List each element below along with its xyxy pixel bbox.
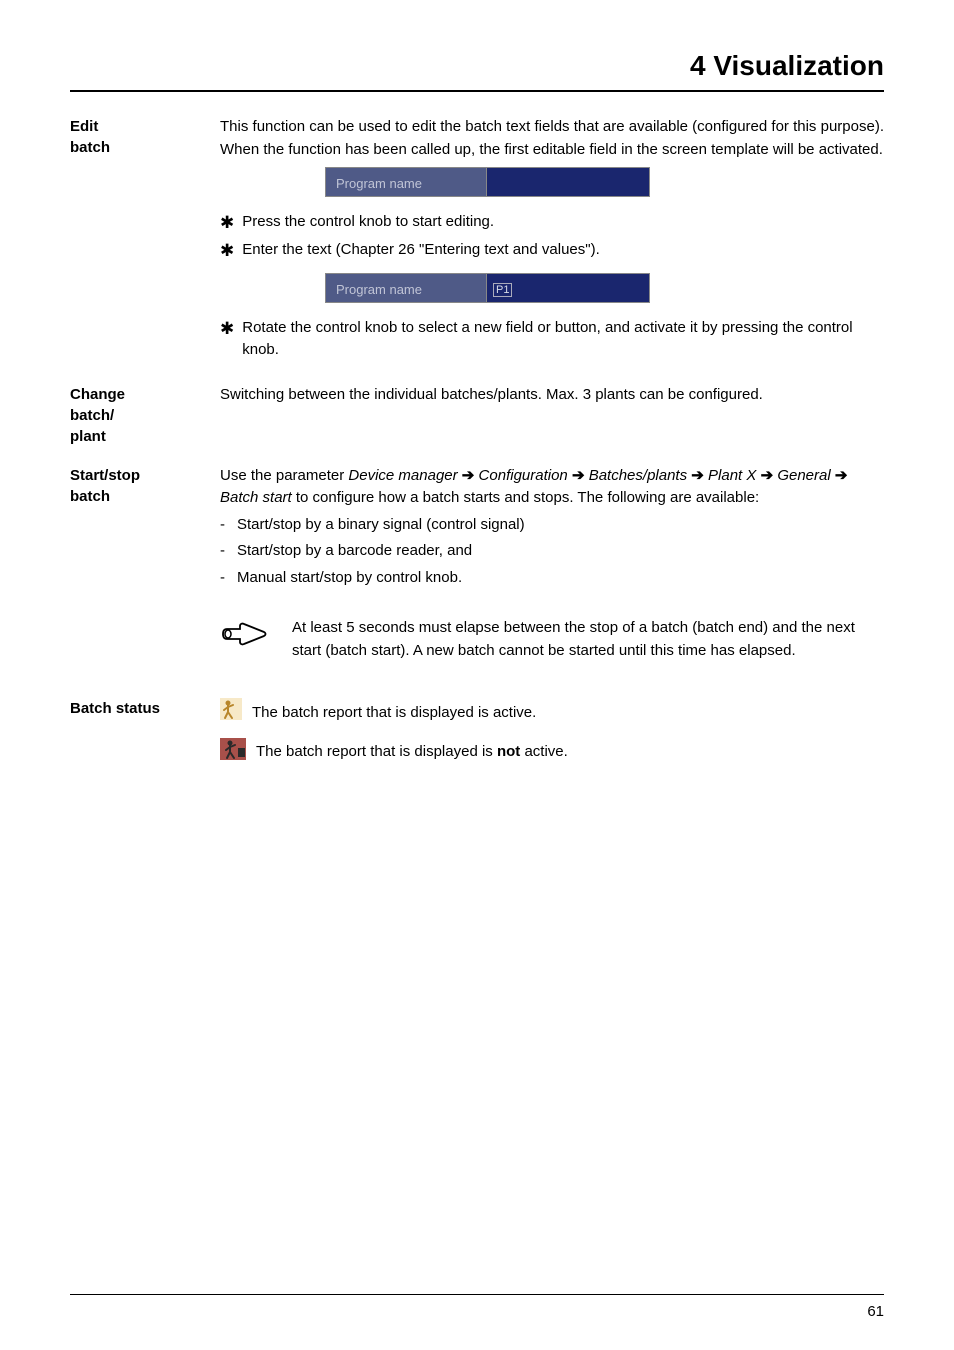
dash-icon: -: [220, 514, 225, 537]
list-item-barcode-text: Start/stop by a barcode reader, and: [237, 540, 472, 563]
param-plant-x: Plant X: [708, 467, 756, 484]
section-start-stop: Start/stop batch Use the parameter Devic…: [70, 465, 884, 681]
edit-batch-intro: This function can be used to edit the ba…: [220, 116, 884, 161]
action-enter-text: ✱ Enter the text (Chapter 26 "Entering t…: [220, 239, 884, 263]
action-enter-text-text: Enter the text (Chapter 26 "Entering tex…: [242, 239, 600, 262]
asterisk-icon: ✱: [220, 239, 234, 263]
program-name-label-1: Program name: [326, 168, 486, 196]
running-not-active-icon: [220, 738, 246, 768]
list-item-barcode: - Start/stop by a barcode reader, and: [220, 540, 884, 563]
program-name-label-2: Program name: [326, 274, 486, 302]
status-not-active-bold: not: [497, 743, 520, 760]
arrow-icon: ➔: [761, 467, 774, 484]
section-content-start-stop: Use the parameter Device manager ➔ Confi…: [220, 465, 884, 681]
note-text: At least 5 seconds must elapse between t…: [292, 617, 884, 662]
page-title: 4 Visualization: [70, 50, 884, 82]
section-label-start-stop: Start/stop batch: [70, 465, 220, 681]
section-edit-batch: Edit batch This function can be used to …: [70, 116, 884, 366]
section-label-batch-status: Batch status: [70, 698, 220, 777]
program-name-preview-1: Program name: [325, 167, 650, 197]
asterisk-icon: ✱: [220, 211, 234, 235]
program-name-preview-2: Program name P1: [325, 273, 650, 303]
arrow-icon: ➔: [462, 467, 475, 484]
start-stop-intro-pre: Use the parameter: [220, 467, 348, 484]
status-active-text: The batch report that is displayed is ac…: [252, 702, 536, 725]
status-not-active-text: The batch report that is displayed is no…: [256, 741, 568, 764]
param-general: General: [777, 467, 830, 484]
param-configuration: Configuration: [479, 467, 568, 484]
section-label-edit-batch: Edit batch: [70, 116, 220, 366]
program-name-value-empty: [486, 168, 649, 196]
param-batch-start: Batch start: [220, 489, 292, 506]
arrow-icon: ➔: [572, 467, 585, 484]
action-press-knob-text: Press the control knob to start editing.: [242, 211, 494, 234]
param-batches-plants: Batches/plants: [589, 467, 687, 484]
program-name-value-p1-text: P1: [493, 283, 512, 297]
list-item-manual: - Manual start/stop by control knob.: [220, 567, 884, 590]
action-rotate-knob-text: Rotate the control knob to select a new …: [242, 317, 884, 362]
asterisk-icon: ✱: [220, 317, 234, 341]
param-device-manager: Device manager: [348, 467, 457, 484]
change-batch-text: Switching between the individual batches…: [220, 384, 884, 447]
dash-icon: -: [220, 540, 225, 563]
section-change-batch: Change batch/ plant Switching between th…: [70, 384, 884, 447]
start-stop-intro: Use the parameter Device manager ➔ Confi…: [220, 465, 884, 510]
running-active-icon: [220, 698, 242, 728]
status-not-active-post: active.: [520, 743, 568, 760]
program-name-value-p1: P1: [486, 274, 649, 302]
action-rotate-knob: ✱ Rotate the control knob to select a ne…: [220, 317, 884, 362]
page-number: 61: [70, 1294, 884, 1320]
section-content-batch-status: The batch report that is displayed is ac…: [220, 698, 884, 777]
arrow-icon: ➔: [691, 467, 704, 484]
status-not-active-pre: The batch report that is displayed is: [256, 743, 497, 760]
status-not-active-line: The batch report that is displayed is no…: [220, 738, 884, 768]
status-active-line: The batch report that is displayed is ac…: [220, 698, 884, 728]
dash-icon: -: [220, 567, 225, 590]
list-item-binary-text: Start/stop by a binary signal (control s…: [237, 514, 525, 537]
pointing-hand-icon: [220, 619, 268, 655]
action-press-knob: ✱ Press the control knob to start editin…: [220, 211, 884, 235]
arrow-icon: ➔: [835, 467, 848, 484]
list-item-binary: - Start/stop by a binary signal (control…: [220, 514, 884, 537]
note-block: At least 5 seconds must elapse between t…: [220, 617, 884, 662]
list-item-manual-text: Manual start/stop by control knob.: [237, 567, 462, 590]
start-stop-intro-post: to configure how a batch starts and stop…: [292, 489, 760, 506]
page-header: 4 Visualization: [70, 50, 884, 92]
section-batch-status: Batch status The batch report that is di…: [70, 698, 884, 777]
section-label-change-batch: Change batch/ plant: [70, 384, 220, 447]
section-content-edit-batch: This function can be used to edit the ba…: [220, 116, 884, 366]
